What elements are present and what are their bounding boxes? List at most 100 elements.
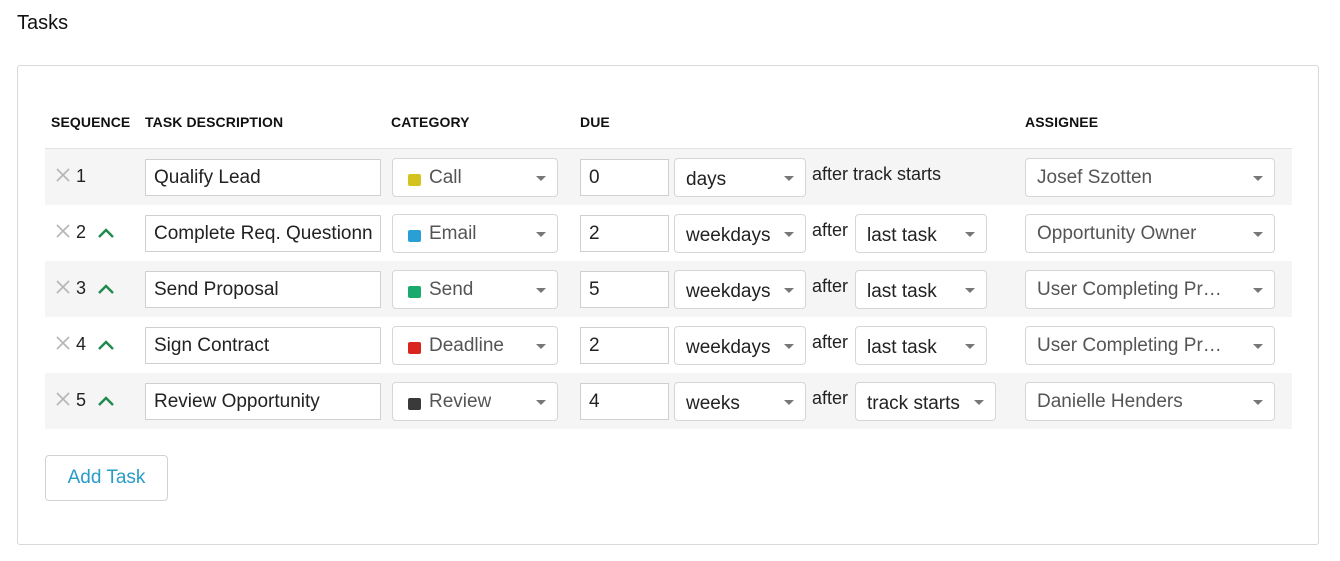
relative-to-value: last task [867,225,937,246]
header-category: CATEGORY [391,114,470,130]
header-due: DUE [580,114,610,130]
header-sequence: SEQUENCE [51,114,131,130]
assignee-select[interactable]: Opportunity Owner [1025,214,1275,253]
category-color-swatch [408,342,421,354]
category-value: Deadline [429,335,504,356]
sequence-number: 2 [76,222,87,242]
category-select[interactable]: Review [392,382,558,421]
assignee-select[interactable]: Josef Szotten [1025,158,1275,197]
assignee-value: Danielle Henders [1037,391,1183,412]
chevron-up-icon[interactable] [96,338,116,352]
category-select[interactable]: Call [392,158,558,197]
task-row: 2 Email weekdays after last task Opportu… [45,205,1292,261]
caret-down-icon [1253,232,1263,237]
after-label: after [812,332,849,352]
close-icon[interactable] [55,167,71,183]
category-color-swatch [408,174,421,186]
sequence-number: 3 [76,278,87,298]
task-row: 3 Send weekdays after last task User Com… [45,261,1292,317]
assignee-value: Opportunity Owner [1037,223,1197,244]
task-description-input[interactable] [145,383,381,420]
category-value: Call [429,167,462,188]
caret-down-icon [1253,344,1263,349]
due-unit-select[interactable]: weekdays [674,214,806,253]
header-task-description: TASK DESCRIPTION [145,114,284,130]
task-description-input[interactable] [145,271,381,308]
due-amount-input[interactable] [580,215,669,252]
after-label: after track starts [812,164,942,184]
relative-to-select[interactable]: last task [855,214,987,253]
due-unit-value: weekdays [686,225,771,246]
category-color-swatch [408,398,421,410]
caret-down-icon [536,344,546,349]
due-unit-select[interactable]: weeks [674,382,806,421]
relative-to-select[interactable]: last task [855,270,987,309]
category-value: Send [429,279,474,300]
caret-down-icon [965,288,975,293]
close-icon[interactable] [55,335,71,351]
category-value: Email [429,223,477,244]
category-color-swatch [408,230,421,242]
task-row: 1 Call days after track starts Josef Szo… [45,149,1292,205]
after-label: after [812,220,849,240]
task-description-input[interactable] [145,159,381,196]
caret-down-icon [784,176,794,181]
due-amount-input[interactable] [580,159,669,196]
due-unit-value: weekdays [686,337,771,358]
sequence-number: 1 [76,166,87,186]
task-description-input[interactable] [145,215,381,252]
chevron-up-icon[interactable] [96,226,116,240]
page-title: Tasks [17,12,69,34]
due-unit-value: days [686,169,727,190]
due-unit-select[interactable]: weekdays [674,326,806,365]
category-select[interactable]: Email [392,214,558,253]
close-icon[interactable] [55,391,71,407]
caret-down-icon [784,400,794,405]
assignee-select[interactable]: Danielle Henders [1025,382,1275,421]
due-unit-value: weekdays [686,281,771,302]
caret-down-icon [536,232,546,237]
task-row: 5 Review weeks after track starts Daniel… [45,373,1292,429]
header-assignee: ASSIGNEE [1025,114,1099,130]
caret-down-icon [1253,288,1263,293]
caret-down-icon [974,400,984,405]
add-task-button[interactable]: Add Task [45,455,168,501]
due-unit-select[interactable]: days [674,158,806,197]
task-row: 4 Deadline weekdays after last task User… [45,317,1292,373]
caret-down-icon [784,344,794,349]
chevron-up-icon[interactable] [96,394,116,408]
task-description-input[interactable] [145,327,381,364]
tasks-panel: SEQUENCE TASK DESCRIPTION CATEGORY DUE A… [17,65,1319,545]
relative-to-value: track starts [867,393,960,414]
relative-to-select[interactable]: last task [855,326,987,365]
chevron-up-icon[interactable] [96,282,116,296]
relative-to-select[interactable]: track starts [855,382,996,421]
close-icon[interactable] [55,279,71,295]
after-label: after [812,276,849,296]
relative-to-value: last task [867,281,937,302]
caret-down-icon [1253,400,1263,405]
assignee-value: User Completing Pr… [1037,279,1222,300]
category-select[interactable]: Deadline [392,326,558,365]
sequence-number: 4 [76,334,87,354]
category-select[interactable]: Send [392,270,558,309]
caret-down-icon [784,288,794,293]
category-value: Review [429,391,492,412]
assignee-select[interactable]: User Completing Pr… [1025,270,1275,309]
due-unit-value: weeks [686,393,740,414]
due-amount-input[interactable] [580,327,669,364]
due-amount-input[interactable] [580,271,669,308]
table-header: SEQUENCE TASK DESCRIPTION CATEGORY DUE A… [45,114,1295,134]
category-color-swatch [408,286,421,298]
after-label: after [812,388,849,408]
caret-down-icon [965,232,975,237]
due-amount-input[interactable] [580,383,669,420]
caret-down-icon [1253,176,1263,181]
assignee-value: Josef Szotten [1037,167,1153,188]
sequence-number: 5 [76,390,87,410]
assignee-select[interactable]: User Completing Pr… [1025,326,1275,365]
close-icon[interactable] [55,223,71,239]
relative-to-value: last task [867,337,937,358]
due-unit-select[interactable]: weekdays [674,270,806,309]
caret-down-icon [536,288,546,293]
